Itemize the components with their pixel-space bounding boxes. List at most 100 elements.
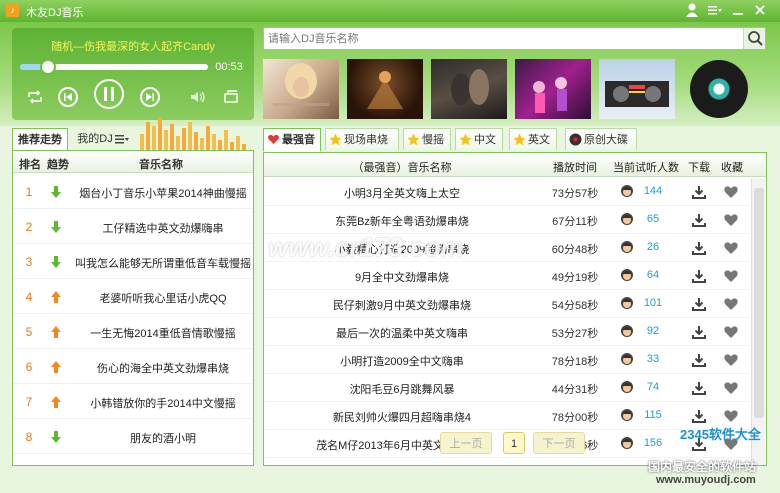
table-row[interactable]: 小明打造2009全中文嗨串 78分18秒 33 — [264, 346, 750, 374]
trend-down-arrow-icon — [49, 220, 63, 234]
search-input[interactable] — [268, 30, 738, 47]
download-icon[interactable] — [691, 184, 707, 200]
list-item[interactable]: 7 小韩错放你的手2014中文慢摇 — [13, 384, 253, 419]
list-item[interactable]: 3 叫我怎么能够无所谓重低音车载慢摇 — [13, 244, 253, 279]
list-item[interactable]: 6 伤心的海全中英文劲爆串烧 — [13, 349, 253, 384]
playlist-icon[interactable] — [222, 88, 240, 106]
header-trend: 趋势 — [47, 159, 69, 171]
rank-number: 2 — [25, 220, 33, 234]
pause-button[interactable] — [94, 79, 124, 109]
listener-avatar-icon — [620, 380, 634, 394]
song-name[interactable]: 东莞Bz新年全粤语劲爆串烧 — [264, 213, 540, 229]
rank-number: 3 — [25, 255, 33, 269]
download-icon[interactable] — [691, 380, 707, 396]
album-thumbnail-2[interactable] — [347, 59, 423, 119]
trend-up-arrow-icon — [49, 360, 63, 374]
category-tabs: 最强音 现场串烧 慢摇 中文 英文 原创大碟 — [263, 128, 767, 152]
table-row[interactable]: 小明3月全英文嗨上太空 73分57秒 144 — [264, 178, 750, 206]
table-row[interactable]: 沈阳毛豆6月跳舞风暴 44分31秒 74 — [264, 374, 750, 402]
download-icon[interactable] — [691, 352, 707, 368]
table-row[interactable]: 9月全中文劲爆串烧 49分19秒 64 — [264, 262, 750, 290]
table-row[interactable]: 民仔刺激9月中英文劲爆串烧 54分58秒 101 — [264, 290, 750, 318]
list-item[interactable]: 2 工仔精选中英文劲爆嗨串 — [13, 209, 253, 244]
header-name: （最强音）音乐名称 — [352, 162, 452, 174]
rank-number: 8 — [25, 430, 33, 444]
play-duration: 67分11秒 — [552, 216, 598, 228]
song-name[interactable]: 茂名M仔2013年6月中英文劲爆串烧 — [264, 437, 540, 453]
progress-knob[interactable] — [40, 59, 57, 75]
tab-english[interactable]: 英文 — [509, 128, 557, 150]
album-thumbnail-4[interactable] — [515, 59, 591, 119]
play-duration: 78分18秒 — [551, 356, 599, 368]
list-item[interactable]: 4 老婆听听我心里话小虎QQ — [13, 279, 253, 314]
table-row[interactable]: 东莞Bz新年全粤语劲爆串烧 67分11秒 65 — [264, 206, 750, 234]
volume-icon[interactable] — [188, 88, 208, 106]
table-row[interactable]: 最后一次的温柔中英文嗨串 53分27秒 92 — [264, 318, 750, 346]
previous-track-button[interactable] — [58, 87, 78, 107]
trend-up-arrow-icon — [49, 395, 63, 409]
download-icon[interactable] — [691, 212, 707, 228]
close-icon[interactable] — [752, 1, 768, 19]
repeat-icon[interactable] — [26, 88, 44, 106]
favorite-heart-icon[interactable] — [723, 240, 739, 256]
next-track-button[interactable] — [140, 87, 160, 107]
progress-bar[interactable] — [20, 59, 208, 75]
song-name: 叫我怎么能够无所谓重低音车载慢摇 — [75, 258, 251, 270]
tab-recommend-trend[interactable]: 推荐走势 — [12, 128, 68, 150]
album-thumbnail-5[interactable] — [599, 59, 675, 119]
album-thumbnail-3[interactable] — [431, 59, 507, 119]
list-item[interactable]: 5 一生无悔2014重低音情歌慢摇 — [13, 314, 253, 349]
song-name[interactable]: 9月全中文劲爆串烧 — [264, 269, 540, 285]
tab-strongest[interactable]: 最强音 — [263, 128, 321, 152]
search-button[interactable] — [743, 28, 765, 49]
tab-slow-shake[interactable]: 慢摇 — [403, 128, 451, 150]
search-box — [263, 27, 766, 50]
tab-live-medley[interactable]: 现场串烧 — [325, 128, 399, 150]
download-icon[interactable] — [691, 324, 707, 340]
download-icon[interactable] — [691, 296, 707, 312]
watermark-center: www.cr173.com — [268, 232, 464, 262]
download-icon[interactable] — [691, 240, 707, 256]
next-page-button[interactable]: 下一页 — [533, 432, 585, 454]
favorite-heart-icon[interactable] — [723, 268, 739, 284]
rank-number: 1 — [25, 185, 33, 199]
song-name[interactable]: 民仔刺激9月中英文劲爆串烧 — [264, 297, 540, 313]
favorite-heart-icon[interactable] — [723, 352, 739, 368]
rank-number: 4 — [25, 290, 33, 304]
song-name[interactable]: 小明3月全英文嗨上太空 — [264, 185, 540, 201]
favorite-heart-icon[interactable] — [723, 380, 739, 396]
tab-chinese-label: 中文 — [474, 134, 496, 146]
left-tabs: 推荐走势 我的DJ — [12, 128, 254, 150]
song-name: 伤心的海全中英文劲爆串烧 — [97, 363, 229, 375]
table-row[interactable]: 新民刘帅火爆四月超嗨串烧4 78分00秒 115 — [264, 402, 750, 430]
song-table-scrollbar[interactable] — [751, 178, 765, 465]
menu-icon[interactable] — [706, 1, 722, 19]
song-name[interactable]: 小明打造2009全中文嗨串 — [264, 353, 540, 369]
tab-chinese[interactable]: 中文 — [455, 128, 503, 150]
favorite-heart-icon[interactable] — [723, 408, 739, 424]
song-name[interactable]: 最后一次的温柔中英文嗨串 — [264, 325, 540, 341]
my-dj-menu-icon[interactable] — [112, 128, 134, 150]
rank-number: 7 — [25, 395, 33, 409]
play-duration: 49分19秒 — [551, 272, 599, 284]
current-page[interactable]: 1 — [503, 432, 525, 454]
minimize-icon[interactable] — [730, 1, 746, 19]
song-name[interactable]: 新民刘帅火爆四月超嗨串烧4 — [264, 409, 540, 425]
favorite-heart-icon[interactable] — [723, 184, 739, 200]
download-icon[interactable] — [691, 408, 707, 424]
download-icon[interactable] — [691, 268, 707, 284]
list-item[interactable]: 1 烟台小丁音乐小苹果2014神曲慢摇 — [13, 174, 253, 209]
prev-page-button[interactable]: 上一页 — [440, 432, 492, 454]
favorite-heart-icon[interactable] — [723, 324, 739, 340]
header-song-name: 音乐名称 — [139, 159, 183, 171]
favorite-heart-icon[interactable] — [723, 212, 739, 228]
user-icon[interactable] — [684, 1, 700, 19]
list-item[interactable]: 8 朋友的酒小明 — [13, 419, 253, 454]
favorite-heart-icon[interactable] — [723, 296, 739, 312]
tab-original-album[interactable]: 原创大碟 — [565, 128, 637, 150]
album-thumbnail-1[interactable] — [263, 59, 339, 119]
vinyl-disc-icon[interactable] — [690, 60, 748, 118]
scrollbar-thumb[interactable] — [754, 188, 764, 418]
rank-number: 6 — [25, 360, 33, 374]
song-name[interactable]: 沈阳毛豆6月跳舞风暴 — [264, 381, 540, 397]
